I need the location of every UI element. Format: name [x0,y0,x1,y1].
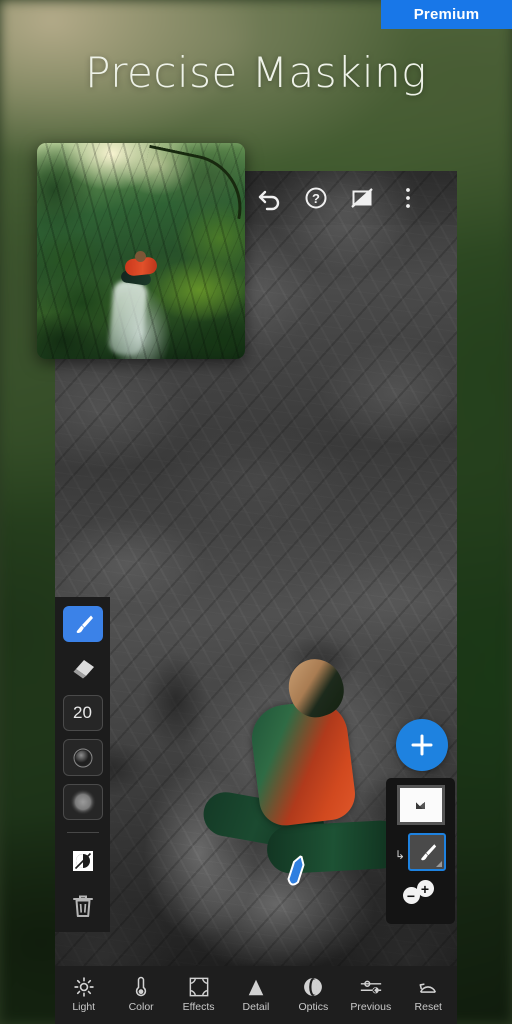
help-icon[interactable]: ? [293,175,339,221]
reset-arc-icon [417,978,439,997]
preview-subject-head [135,251,146,262]
premium-badge-label: Premium [413,6,480,23]
zoom-in-button[interactable]: + [416,880,434,897]
svg-text:?: ? [312,191,320,206]
nav-item-detail[interactable]: Detail [229,978,283,1013]
nav-label-optics: Optics [298,1000,329,1013]
nav-item-previous[interactable]: Previous [344,978,398,1013]
tool-rail: 20 [55,597,110,932]
triangle-icon [246,978,266,997]
nav-item-color[interactable]: Color [114,976,168,1013]
layer-thumbnail[interactable] [396,785,445,825]
page-title: Precise Masking [85,48,427,97]
brightness-icon [73,976,94,997]
history-slider-icon [359,978,383,997]
bottom-nav: Light Color Effects Detail Optics Previo… [55,966,457,1024]
more-options-icon[interactable] [385,175,431,221]
nav-label-detail: Detail [242,1000,270,1013]
hard-brush-icon [73,748,92,768]
mask-chip-corner [436,861,443,867]
mask-brush-chip[interactable] [408,833,447,871]
trash-icon [72,895,93,917]
color-preview-card[interactable] [37,143,245,359]
nav-label-reset: Reset [414,1000,442,1013]
lens-icon [302,977,324,997]
eraser-tool[interactable] [63,650,103,686]
rail-divider [66,832,99,834]
nav-label-light: Light [72,1000,96,1013]
layer-panel: ↳ − + [386,778,455,924]
undo-icon[interactable] [247,175,293,221]
thermometer-icon [134,976,148,997]
delete-mask-tool[interactable] [63,888,103,924]
brush-hardness-control[interactable] [62,739,103,776]
invert-mask-tool[interactable] [63,843,103,879]
frame-brackets-icon [189,977,209,997]
nav-item-light[interactable]: Light [57,976,111,1013]
zoom-controls: − + [399,880,443,904]
premium-badge[interactable]: Premium [381,0,512,29]
layer-thumbnail-mark [415,801,425,809]
brush-tool[interactable] [62,606,103,643]
nav-item-effects[interactable]: Effects [172,977,226,1013]
brush-size-stepper[interactable]: 20 [62,694,103,732]
mask-branch-arrow-icon: ↳ [394,848,406,862]
plus-icon [411,734,433,756]
eraser-icon [73,659,94,679]
soft-brush-icon [69,789,96,816]
mask-row: ↳ [394,833,447,871]
brush-size-value: 20 [73,702,92,722]
invert-mask-icon [72,851,93,872]
add-layer-button[interactable] [396,719,448,771]
preview-stream [107,279,149,357]
nav-label-effects: Effects [182,1000,215,1013]
brush-opacity-control[interactable] [62,783,103,821]
brush-icon [76,615,93,634]
subject-torso [248,697,358,829]
compare-icon[interactable] [339,175,385,221]
nav-item-optics[interactable]: Optics [286,977,340,1013]
nav-label-previous: Previous [350,1000,392,1013]
nav-label-color: Color [128,1000,154,1013]
nav-item-reset[interactable]: Reset [401,978,455,1013]
brush-icon [421,844,437,861]
preview-subject [119,251,163,287]
